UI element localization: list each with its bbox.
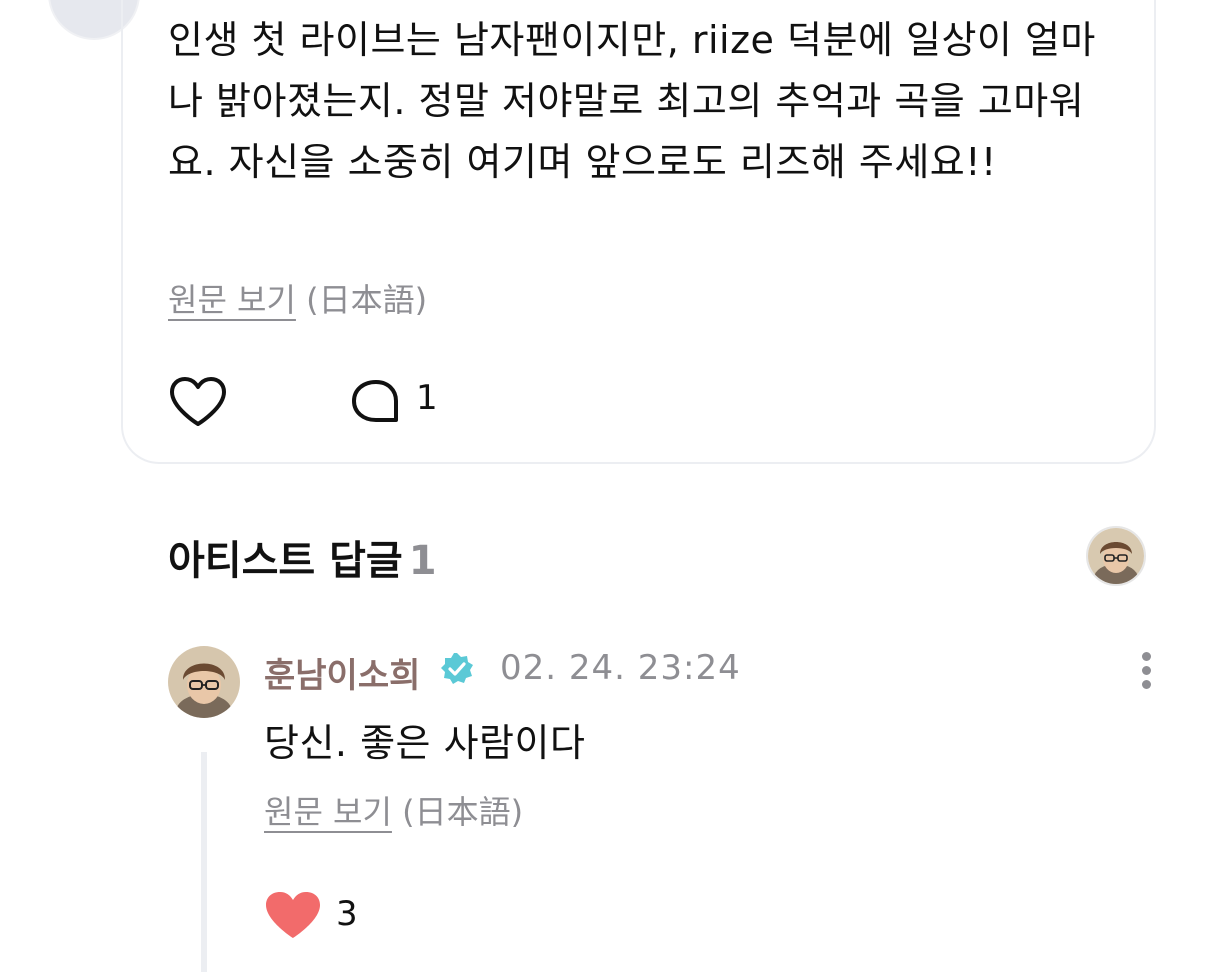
heart-filled-icon: [266, 892, 320, 938]
reply-view-original-link[interactable]: 원문 보기: [264, 793, 392, 831]
reply-author-photo: [168, 646, 240, 718]
reply-original-language: (日本語): [402, 793, 524, 831]
heart-outline-icon: [170, 377, 226, 426]
artist-avatar-small[interactable]: [1086, 526, 1146, 586]
artist-replies-heading: 아티스트 답글 1: [168, 528, 437, 586]
more-options-button[interactable]: [1138, 652, 1154, 692]
comment-button[interactable]: [350, 378, 402, 426]
reply-view-original: 원문 보기 (日本語): [264, 792, 523, 832]
page: 인생 첫 라이브는 남자팬이지만, riize 덕분에 일상이 얼마나 밝아졌는…: [0, 0, 1206, 972]
post-view-original: 원문 보기 (日本語): [168, 280, 427, 320]
like-button[interactable]: [168, 376, 228, 428]
artist-replies-title: 아티스트 답글: [168, 538, 403, 584]
reply-thread-line: [201, 752, 207, 972]
reply-timestamp: 02. 24. 23:24: [500, 648, 741, 688]
verified-badge-icon: [441, 653, 473, 684]
comment-bubble-icon: [352, 380, 398, 422]
reply-body-text: 당신. 좋은 사람이다: [264, 721, 586, 765]
reply-like-button[interactable]: [264, 890, 322, 940]
post-reply-count: 1: [416, 378, 438, 418]
reply-author-name[interactable]: 훈남이소희: [264, 648, 420, 697]
more-vertical-icon: [1138, 652, 1154, 689]
reply-author-avatar[interactable]: [168, 646, 240, 718]
reply-like-count: 3: [336, 894, 358, 934]
post-original-language: (日本語): [306, 281, 428, 319]
post-body-text: 인생 첫 라이브는 남자팬이지만, riize 덕분에 일상이 얼마나 밝아졌는…: [168, 18, 1096, 184]
artist-replies-count: 1: [408, 538, 437, 584]
post-view-original-link[interactable]: 원문 보기: [168, 281, 296, 319]
artist-photo: [1088, 528, 1144, 584]
